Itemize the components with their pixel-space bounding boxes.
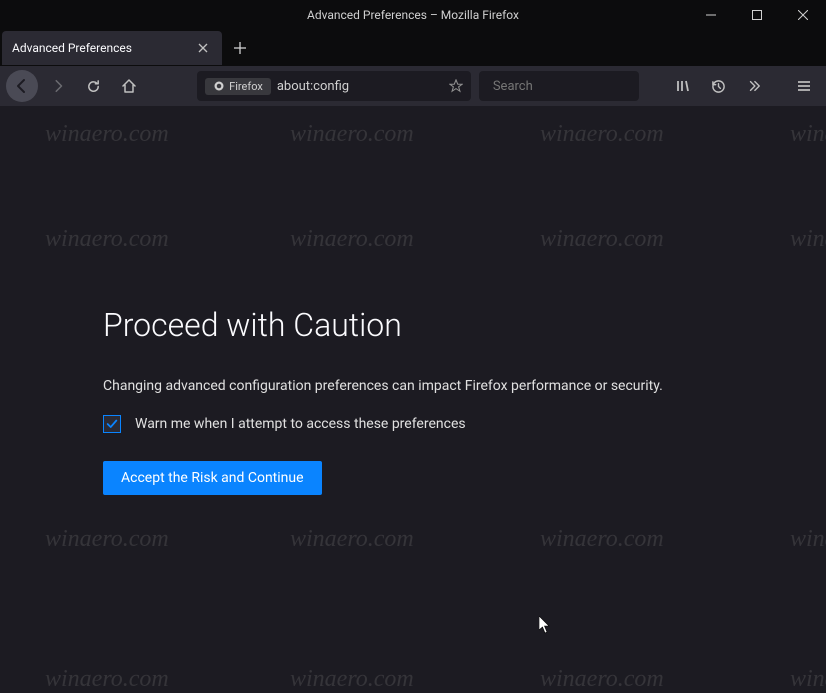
- content-area: Proceed with Caution Changing advanced c…: [0, 106, 826, 693]
- tab-label: Advanced Preferences: [12, 41, 132, 55]
- identity-label: Firefox: [229, 80, 263, 93]
- tabbar: Advanced Preferences: [0, 30, 826, 66]
- tab-close-button[interactable]: [194, 39, 212, 57]
- warn-checkbox-row: Warn me when I attempt to access these p…: [103, 415, 723, 433]
- window-title: Advanced Preferences – Mozilla Firefox: [307, 8, 519, 22]
- new-tab-button[interactable]: [222, 30, 258, 66]
- check-icon: [105, 417, 119, 431]
- warning-title: Proceed with Caution: [103, 306, 723, 344]
- watermark: winaero.com: [290, 666, 414, 693]
- warn-checkbox-label: Warn me when I attempt to access these p…: [135, 416, 466, 432]
- about-config-warning: Proceed with Caution Changing advanced c…: [0, 106, 826, 495]
- firefox-icon: [213, 80, 225, 92]
- back-button[interactable]: [6, 70, 38, 102]
- minimize-button[interactable]: [688, 0, 734, 30]
- home-button[interactable]: [114, 70, 146, 102]
- mouse-cursor-icon: [539, 616, 553, 634]
- tab-advanced-preferences[interactable]: Advanced Preferences: [2, 31, 222, 65]
- warn-checkbox[interactable]: [103, 415, 121, 433]
- titlebar: Advanced Preferences – Mozilla Firefox: [0, 0, 826, 30]
- overflow-button[interactable]: [738, 70, 770, 102]
- forward-button[interactable]: [42, 70, 74, 102]
- watermark: winaero.com: [540, 666, 664, 693]
- warning-message: Changing advanced configuration preferen…: [103, 376, 723, 397]
- navbar: Firefox: [0, 66, 826, 106]
- accept-risk-button[interactable]: Accept the Risk and Continue: [103, 461, 322, 495]
- watermark: winaero.com: [790, 666, 826, 693]
- url-input[interactable]: [277, 79, 443, 94]
- urlbar[interactable]: Firefox: [197, 71, 471, 101]
- watermark: winaero.com: [790, 526, 826, 553]
- bookmark-star-icon[interactable]: [449, 79, 463, 93]
- menu-button[interactable]: [788, 70, 820, 102]
- maximize-button[interactable]: [734, 0, 780, 30]
- close-button[interactable]: [780, 0, 826, 30]
- watermark: winaero.com: [290, 526, 414, 553]
- watermark: winaero.com: [45, 666, 169, 693]
- identity-box[interactable]: Firefox: [205, 78, 271, 95]
- search-input[interactable]: [493, 79, 659, 94]
- watermark: winaero.com: [540, 526, 664, 553]
- window-controls: [688, 0, 826, 30]
- library-button[interactable]: [667, 70, 699, 102]
- reload-button[interactable]: [78, 70, 110, 102]
- history-button[interactable]: [703, 70, 735, 102]
- watermark: winaero.com: [45, 526, 169, 553]
- searchbar[interactable]: [479, 71, 639, 101]
